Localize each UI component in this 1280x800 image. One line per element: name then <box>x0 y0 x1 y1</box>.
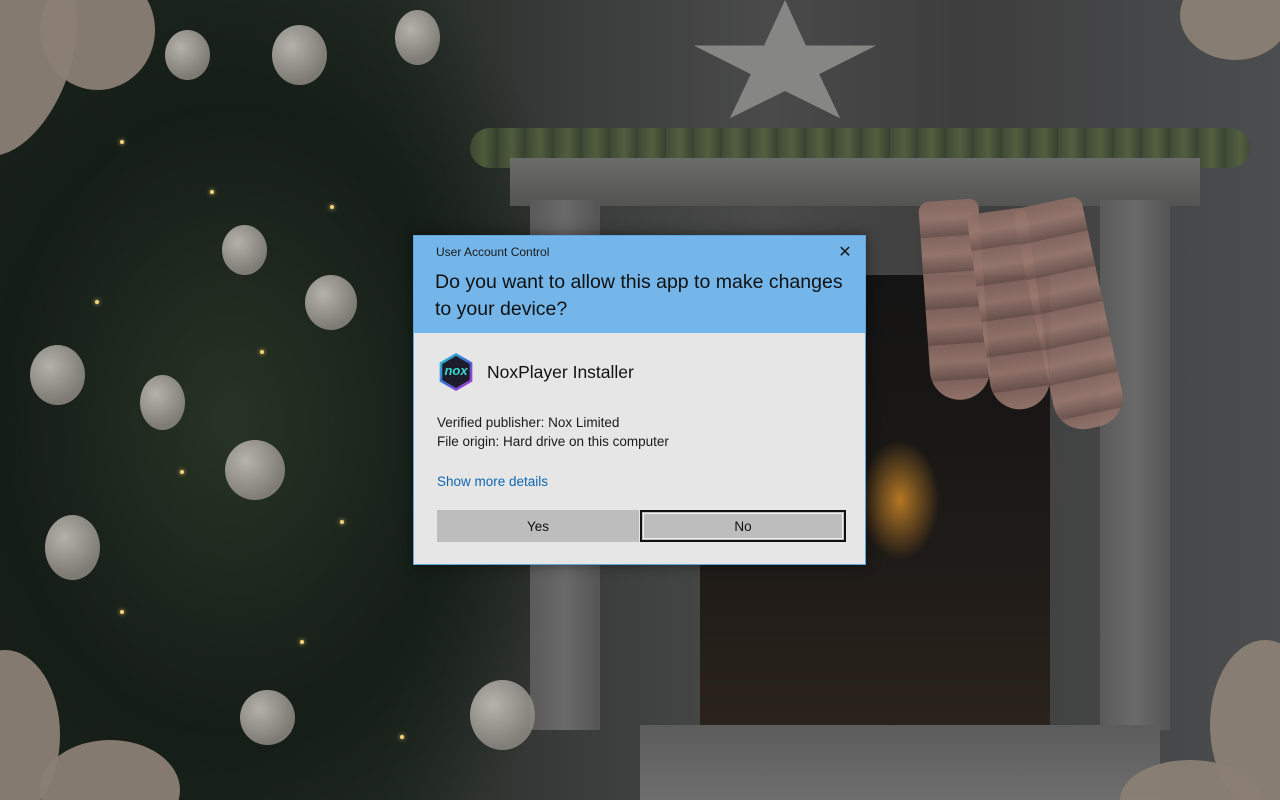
publisher-text: Verified publisher: Nox Limited <box>437 415 620 430</box>
petal-decoration <box>1180 0 1280 60</box>
app-identity: nox NoxPlayer Installer <box>437 353 634 391</box>
ornament-icon <box>470 680 535 750</box>
ornament-icon <box>240 690 295 745</box>
secure-desktop-background: User Account Control ✕ Do you want to al… <box>0 0 1280 800</box>
tree-light <box>400 735 404 739</box>
tree-light <box>120 610 124 614</box>
ornament-icon <box>45 515 100 580</box>
petal-decoration <box>40 740 180 800</box>
fire-glow <box>860 440 940 560</box>
close-icon: ✕ <box>838 244 852 261</box>
ornament-icon <box>140 375 185 430</box>
ornament-icon <box>305 275 357 330</box>
uac-header: User Account Control ✕ Do you want to al… <box>414 236 865 333</box>
app-name: NoxPlayer Installer <box>487 361 634 382</box>
ornament-icon <box>222 225 267 275</box>
ornament-icon <box>165 30 210 80</box>
app-icon-text: nox <box>444 363 468 378</box>
ornament-icon <box>395 10 440 65</box>
fireplace-hearth <box>640 725 1160 800</box>
no-button[interactable]: No <box>640 510 846 542</box>
tree-light <box>260 350 264 354</box>
tree-light <box>210 190 214 194</box>
fireplace-pillar-right <box>1100 200 1170 730</box>
file-origin-text: File origin: Hard drive on this computer <box>437 434 669 449</box>
nox-app-icon: nox <box>437 353 475 391</box>
yes-button[interactable]: Yes <box>437 510 639 542</box>
show-more-details-link[interactable]: Show more details <box>437 474 548 489</box>
tree-light <box>300 640 304 644</box>
uac-dialog: User Account Control ✕ Do you want to al… <box>413 235 866 565</box>
tree-light <box>95 300 99 304</box>
ornament-icon <box>272 25 327 85</box>
tree-light <box>180 470 184 474</box>
tree-light <box>330 205 334 209</box>
dialog-title: User Account Control <box>436 245 550 259</box>
tree-light <box>120 140 124 144</box>
tree-light <box>340 520 344 524</box>
star-decoration-icon <box>693 0 877 119</box>
ornament-icon <box>30 345 85 405</box>
ornament-icon <box>225 440 285 500</box>
fireplace-mantel <box>510 158 1200 206</box>
uac-question: Do you want to allow this app to make ch… <box>435 271 843 320</box>
close-button[interactable]: ✕ <box>835 242 855 262</box>
